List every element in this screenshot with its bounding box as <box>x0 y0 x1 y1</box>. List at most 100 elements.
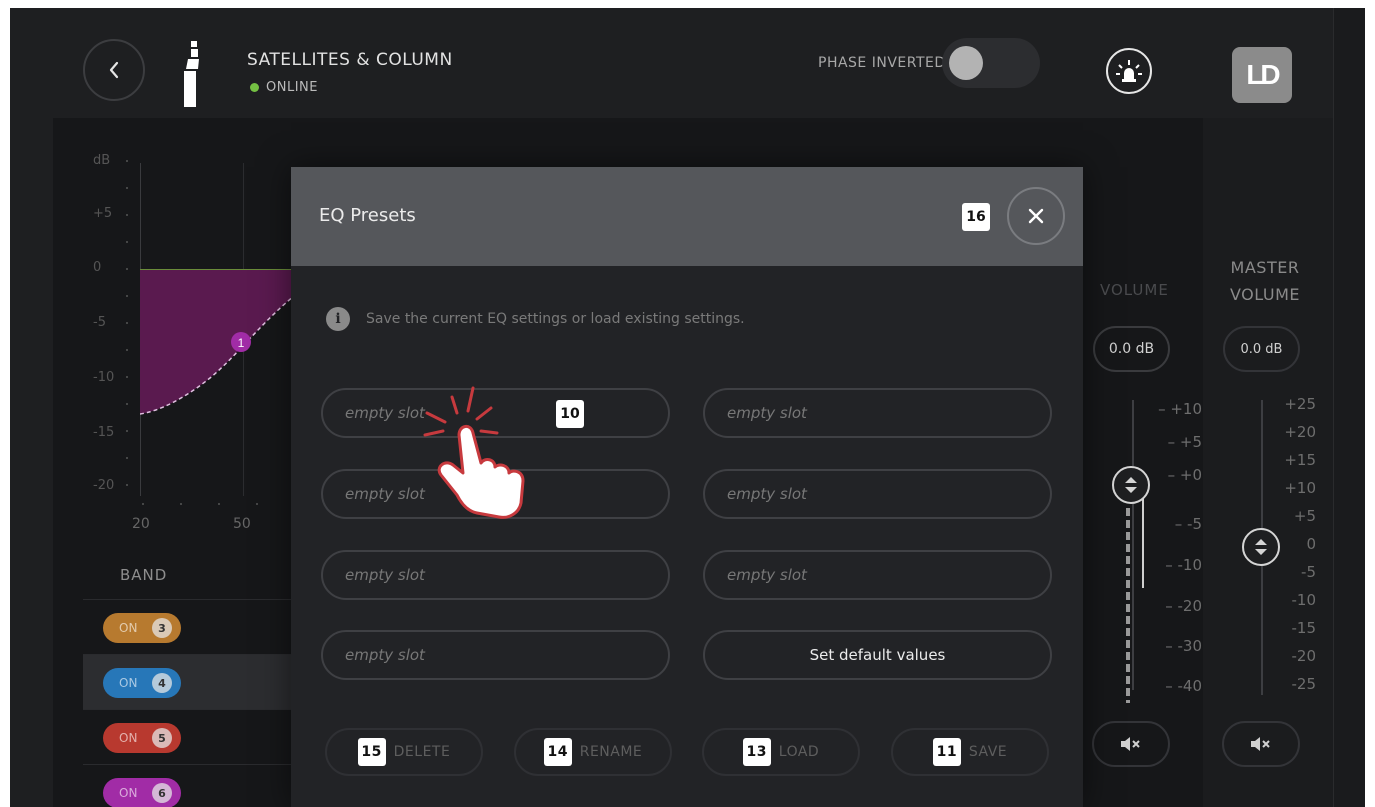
master-volume-value-field[interactable]: 0.0 dB <box>1223 326 1300 372</box>
close-step-badge: 16 <box>962 203 990 231</box>
axis-dot <box>126 457 128 459</box>
tap-gesture-hand-icon <box>423 386 525 519</box>
volume-label: VOLUME <box>1100 281 1169 299</box>
volume-value-field[interactable]: 0.0 dB <box>1093 326 1170 372</box>
band-row-selected[interactable]: ON 4 <box>83 654 303 709</box>
alarm-light-icon <box>1116 60 1142 82</box>
volume-fader-track <box>1132 400 1134 690</box>
db-label-plus5: +5 <box>93 206 113 221</box>
band-number: 4 <box>152 673 172 693</box>
logo-text: LD <box>1246 59 1280 90</box>
band-toggle-5[interactable]: ON 5 <box>103 723 181 753</box>
axis-dot <box>126 349 128 351</box>
preset-slot-5[interactable]: empty slot <box>321 550 670 600</box>
band-number: 3 <box>152 618 172 638</box>
axis-dot <box>126 295 128 297</box>
phase-inverted-toggle[interactable] <box>942 38 1040 88</box>
info-icon: i <box>326 307 350 331</box>
volume-scale-label: – +0 <box>1167 466 1202 484</box>
axis-dot <box>126 214 128 216</box>
eq-curve: 1 <box>140 269 300 415</box>
save-label: SAVE <box>968 744 1008 760</box>
load-button[interactable]: 13 LOAD <box>702 728 860 776</box>
slot-step-badge: 10 <box>556 400 584 428</box>
master-fader-knob[interactable] <box>1242 528 1280 566</box>
volume-scale-label: – +5 <box>1167 433 1202 451</box>
band-row[interactable]: ON 5 <box>83 709 303 764</box>
chevron-left-icon <box>109 61 119 79</box>
axis-dot <box>126 268 128 270</box>
band-column-header: BAND <box>120 566 168 584</box>
volume-mute-button[interactable] <box>1092 721 1170 767</box>
master-volume-label: MASTER VOLUME <box>1230 254 1300 308</box>
device-status: ONLINE <box>250 80 318 95</box>
band-state: ON <box>119 676 138 690</box>
up-down-arrows-icon <box>1125 477 1137 493</box>
side-edge <box>1333 8 1365 807</box>
preset-slot-7[interactable]: empty slot <box>321 630 670 680</box>
volume-meter <box>1126 508 1130 703</box>
db-label-minus15: -15 <box>93 425 115 440</box>
mute-icon <box>1121 737 1140 751</box>
master-scale-label: -20 <box>1291 647 1317 665</box>
load-label: LOAD <box>778 744 820 760</box>
db-label-minus20: -20 <box>93 478 115 493</box>
master-scale-label: -25 <box>1291 675 1317 693</box>
toggle-knob <box>949 46 983 80</box>
delete-step-badge: 15 <box>357 738 386 766</box>
device-title: SATELLITES & COLUMN <box>247 50 453 70</box>
axis-dot <box>126 322 128 324</box>
back-button[interactable] <box>83 39 145 101</box>
rename-button[interactable]: 14 RENAME <box>514 728 672 776</box>
master-label-line1: MASTER <box>1230 258 1300 277</box>
band-number: 5 <box>152 728 172 748</box>
master-scale-label: +15 <box>1284 451 1316 469</box>
band-state: ON <box>119 621 138 635</box>
band-row[interactable]: ON 3 <box>83 599 303 654</box>
band-state: ON <box>119 786 138 800</box>
band-marker-label: 1 <box>238 336 245 350</box>
band-toggle-4[interactable]: ON 4 <box>103 668 181 698</box>
axis-dot <box>126 430 128 432</box>
mute-icon <box>1251 737 1270 751</box>
master-scale-label: +5 <box>1293 507 1316 525</box>
band-row[interactable]: ON 6 <box>83 764 303 807</box>
delete-label: DELETE <box>393 744 451 760</box>
master-scale-label: 0 <box>1306 535 1316 553</box>
volume-scale-label: – -40 <box>1165 677 1202 695</box>
master-mute-button[interactable] <box>1222 721 1300 767</box>
info-text: Save the current EQ settings or load exi… <box>366 311 745 327</box>
identify-button[interactable] <box>1106 48 1152 94</box>
slot-label: empty slot <box>727 485 807 503</box>
axis-dot <box>126 160 128 162</box>
db-axis-label: dB <box>93 153 111 168</box>
axis-dot <box>126 241 128 243</box>
status-online-dot <box>250 83 259 92</box>
slot-label: empty slot <box>727 566 807 584</box>
freq-dots <box>140 503 300 505</box>
delete-button[interactable]: 15 DELETE <box>325 728 483 776</box>
save-button[interactable]: 11 SAVE <box>891 728 1049 776</box>
line-array-speaker-icon <box>184 41 199 107</box>
band-toggle-6[interactable]: ON 6 <box>103 778 181 807</box>
preset-slot-2[interactable]: empty slot <box>703 388 1052 438</box>
volume-fader-knob[interactable] <box>1112 466 1150 504</box>
screen: SATELLITES & COLUMN ONLINE PHASE INVERTE… <box>10 8 1365 807</box>
preset-slot-6[interactable]: empty slot <box>703 550 1052 600</box>
slot-label: empty slot <box>345 485 425 503</box>
slot-label: empty slot <box>727 404 807 422</box>
volume-scale-label: – -30 <box>1165 637 1202 655</box>
set-default-values-button[interactable]: Set default values <box>703 630 1052 680</box>
axis-dot <box>126 403 128 405</box>
volume-scale-label: – +10 <box>1158 400 1202 418</box>
status-text: ONLINE <box>266 80 318 95</box>
preset-slot-4[interactable]: empty slot <box>703 469 1052 519</box>
band-toggle-3[interactable]: ON 3 <box>103 613 181 643</box>
axis-dot <box>126 376 128 378</box>
slot-label: empty slot <box>345 404 425 422</box>
dialog-title: EQ Presets <box>319 205 416 226</box>
close-button[interactable] <box>1007 187 1065 245</box>
master-scale-label: +20 <box>1284 423 1316 441</box>
master-scale-label: -5 <box>1301 563 1316 581</box>
rename-label: RENAME <box>579 744 643 760</box>
